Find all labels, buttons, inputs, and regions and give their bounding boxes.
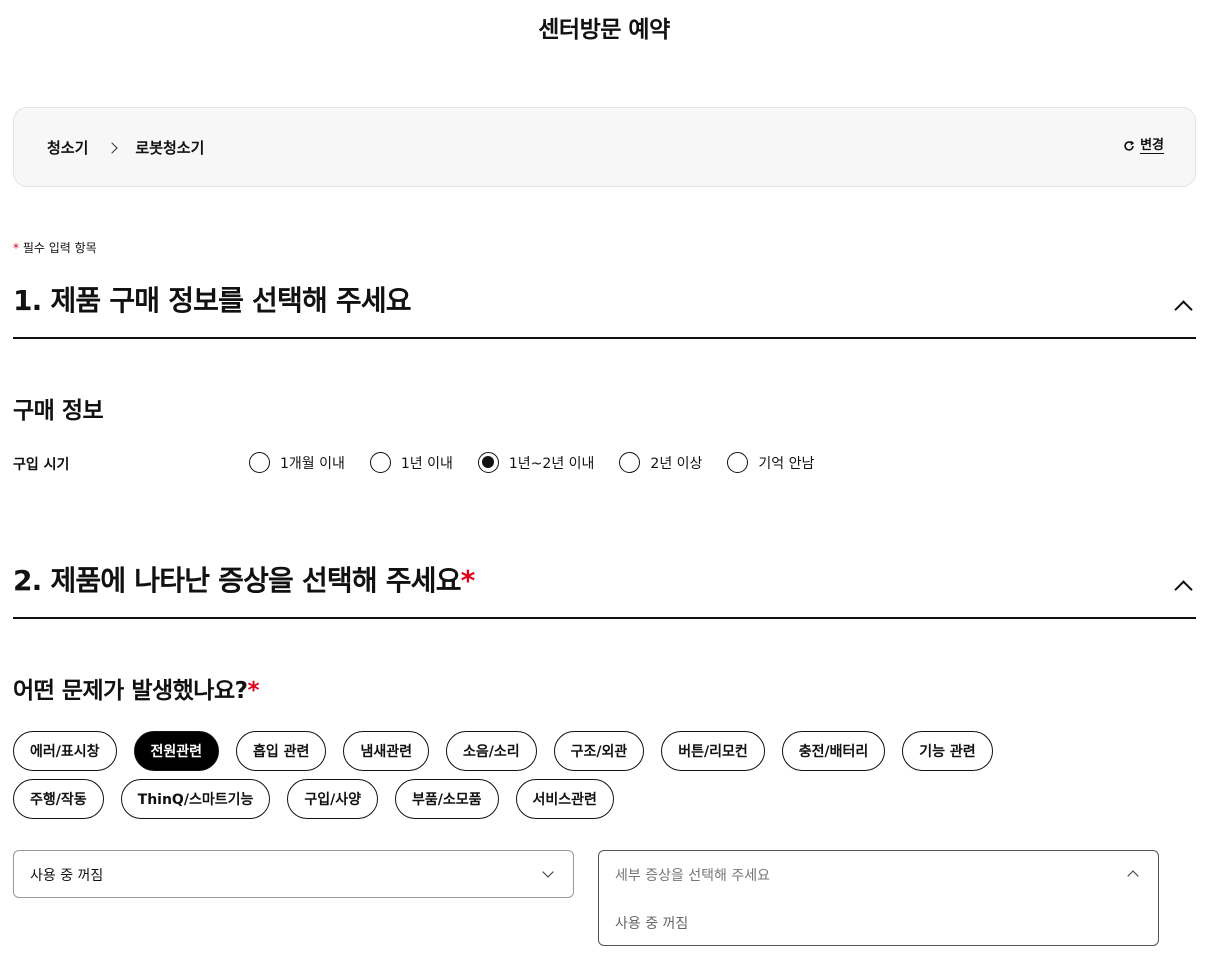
change-product-button[interactable]: 변경 (1122, 138, 1164, 154)
detail-symptom-select[interactable]: 세부 증상을 선택해 주세요 사용 중 꺼짐 (598, 850, 1159, 946)
problem-question-text: 어떤 문제가 발생했나요? (13, 678, 248, 704)
collapse-section2-icon[interactable] (1174, 580, 1193, 599)
symptom-chip[interactable]: 기능 관련 (902, 731, 993, 771)
required-star: * (460, 564, 476, 597)
symptom-chip[interactable]: 전원관련 (133, 731, 220, 771)
symptom-chip[interactable]: 냄새관련 (343, 731, 429, 771)
radio-label: 기억 안남 (758, 455, 815, 472)
breadcrumb-product: 로봇청소기 (135, 139, 205, 157)
section1-header[interactable]: 1. 제품 구매 정보를 선택해 주세요 (13, 279, 1196, 339)
symptom-chip[interactable]: 소음/소리 (445, 731, 537, 771)
symptom-chip[interactable]: 충전/배터리 (781, 731, 886, 771)
symptom-select-value: 사용 중 꺼짐 (30, 868, 104, 884)
radio-1-year[interactable]: 1년 이내 (369, 452, 453, 473)
radio-circle[interactable] (249, 452, 270, 473)
detail-symptom-placeholder: 세부 증상을 선택해 주세요 (615, 868, 771, 884)
symptom-chip[interactable]: 서비스관련 (515, 779, 614, 819)
problem-question: 어떤 문제가 발생했나요?* (13, 671, 259, 705)
radio-circle[interactable] (619, 452, 641, 473)
symptom-chip[interactable]: 버튼/리모컨 (661, 731, 765, 771)
change-label: 변경 (1140, 138, 1164, 154)
radio-circle[interactable] (727, 452, 749, 473)
radio-label: 1개월 이내 (280, 455, 345, 472)
chip-row: 주행/작동 ThinQ/스마트기능 구입/사양 부품/소모품 서비스관련 (13, 779, 1113, 819)
purchase-info-title: 구매 정보 (13, 398, 104, 424)
product-breadcrumb-panel: 청소기 로봇청소기 변경 (13, 107, 1196, 187)
page-title: 센터방문 예약 (538, 17, 670, 43)
radio-circle[interactable] (369, 452, 391, 473)
section2-title-wrap: 2. 제품에 나타난 증상을 선택해 주세요* (13, 559, 475, 599)
symptom-select[interactable]: 사용 중 꺼짐 (13, 850, 574, 898)
refresh-icon (1124, 140, 1135, 151)
breadcrumb-category: 청소기 (47, 139, 89, 157)
detail-symptom-option[interactable]: 사용 중 꺼짐 (615, 913, 688, 933)
symptom-chip[interactable]: 에러/표시창 (13, 731, 117, 771)
symptom-category-chips: 에러/표시창 전원관련 흡입 관련 냄새관련 소음/소리 구조/외관 버튼/리모컨 충전/배터… (13, 731, 1113, 827)
chip-row: 에러/표시창 전원관련 흡입 관련 냄새관련 소음/소리 구조/외관 버튼/리모컨 충전/배터… (13, 731, 1113, 771)
chevron-down-icon (542, 866, 554, 878)
symptom-chip[interactable]: 구조/외관 (553, 731, 645, 771)
symptom-chip[interactable]: 부품/소모품 (394, 779, 499, 819)
radio-label: 1년 이내 (400, 455, 453, 472)
detail-symptom-trigger[interactable]: 세부 증상을 선택해 주세요 (599, 851, 1158, 899)
required-note: * 필수 입력 항목 (13, 239, 97, 256)
purchase-period-radio-group: 1개월 이내 1년 이내 1년~2년 이내 2년 이상 기억 안남 (249, 452, 839, 473)
purchase-period-label: 구입 시기 (13, 457, 70, 473)
radio-2-years-plus[interactable]: 2년 이상 (619, 452, 702, 473)
breadcrumb: 청소기 로봇청소기 (47, 137, 204, 158)
radio-1-2-years[interactable]: 1년~2년 이내 (477, 452, 595, 473)
radio-label: 1년~2년 이내 (508, 455, 595, 472)
section1-title: 1. 제품 구매 정보를 선택해 주세요 (13, 284, 412, 317)
symptom-chip[interactable]: 구입/사양 (287, 779, 378, 819)
section2-title: 2. 제품에 나타난 증상을 선택해 주세요 (13, 564, 461, 597)
radio-1-month[interactable]: 1개월 이내 (249, 452, 345, 473)
symptom-chip[interactable]: 흡입 관련 (236, 731, 327, 771)
radio-circle-checked[interactable] (477, 452, 499, 473)
chevron-right-icon (106, 141, 119, 154)
required-note-text: 필수 입력 항목 (19, 241, 97, 255)
chevron-up-icon (1127, 870, 1139, 882)
required-star: * (247, 678, 259, 704)
radio-dont-remember[interactable]: 기억 안남 (727, 452, 814, 473)
collapse-section1-icon[interactable] (1174, 300, 1193, 319)
section2-header[interactable]: 2. 제품에 나타난 증상을 선택해 주세요* (13, 559, 1196, 619)
symptom-chip[interactable]: ThinQ/스마트기능 (120, 779, 271, 819)
symptom-chip[interactable]: 주행/작동 (13, 779, 104, 819)
radio-label: 2년 이상 (650, 455, 703, 472)
